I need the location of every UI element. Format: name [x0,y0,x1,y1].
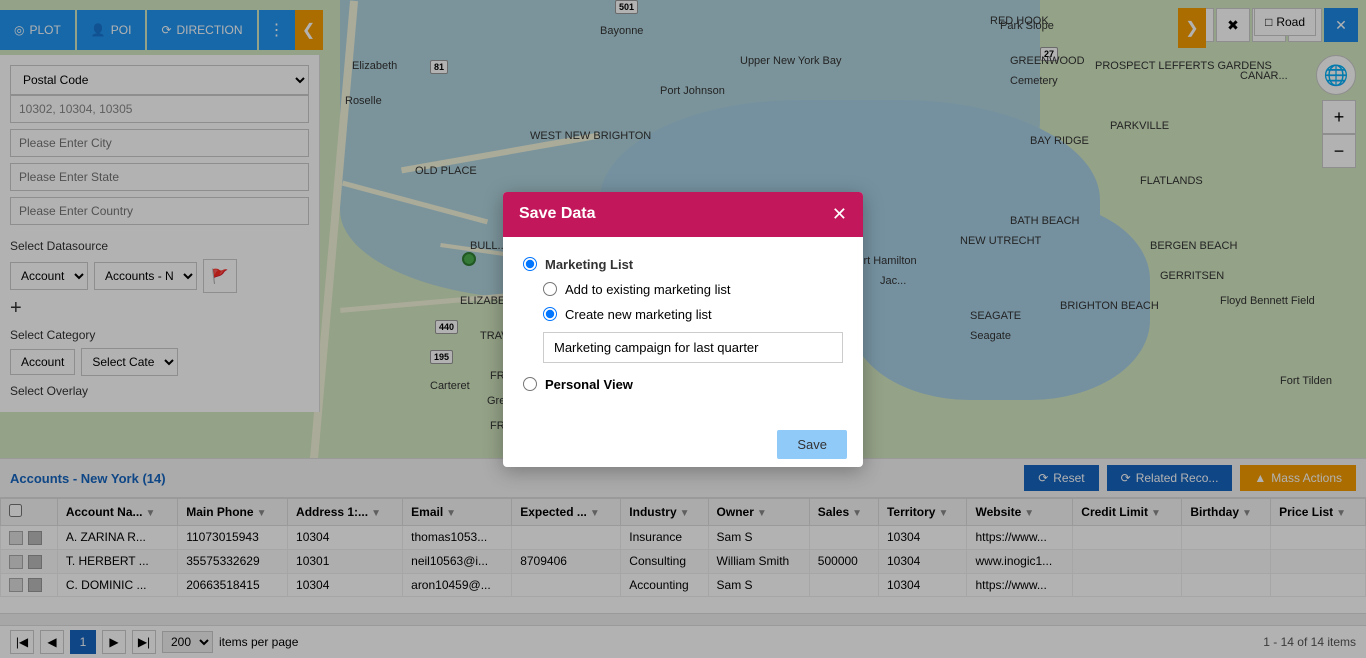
campaign-name-input[interactable] [543,332,843,363]
modal-footer: Save [503,422,863,467]
add-existing-radio-row: Add to existing marketing list [543,282,843,297]
add-existing-radio[interactable] [543,282,557,296]
marketing-list-section-title: Marketing List [523,257,843,272]
modal-overlay: Save Data ✕ Marketing List Add to existi… [0,0,1366,658]
save-data-modal: Save Data ✕ Marketing List Add to existi… [503,192,863,467]
modal-save-button[interactable]: Save [777,430,847,459]
create-new-radio[interactable] [543,307,557,321]
create-new-radio-row: Create new marketing list [543,307,843,322]
modal-body: Marketing List Add to existing marketing… [503,237,863,422]
modal-header: Save Data ✕ [503,192,863,237]
marketing-list-label: Marketing List [545,257,633,272]
create-new-label: Create new marketing list [565,307,712,322]
add-existing-label: Add to existing marketing list [565,282,730,297]
modal-close-button[interactable]: ✕ [832,204,847,225]
marketing-list-radio[interactable] [523,257,537,271]
personal-view-label: Personal View [545,377,633,392]
modal-title: Save Data [519,205,596,223]
personal-view-radio[interactable] [523,377,537,391]
marketing-list-radio-row: Marketing List [523,257,843,272]
personal-view-radio-row: Personal View [523,377,843,392]
